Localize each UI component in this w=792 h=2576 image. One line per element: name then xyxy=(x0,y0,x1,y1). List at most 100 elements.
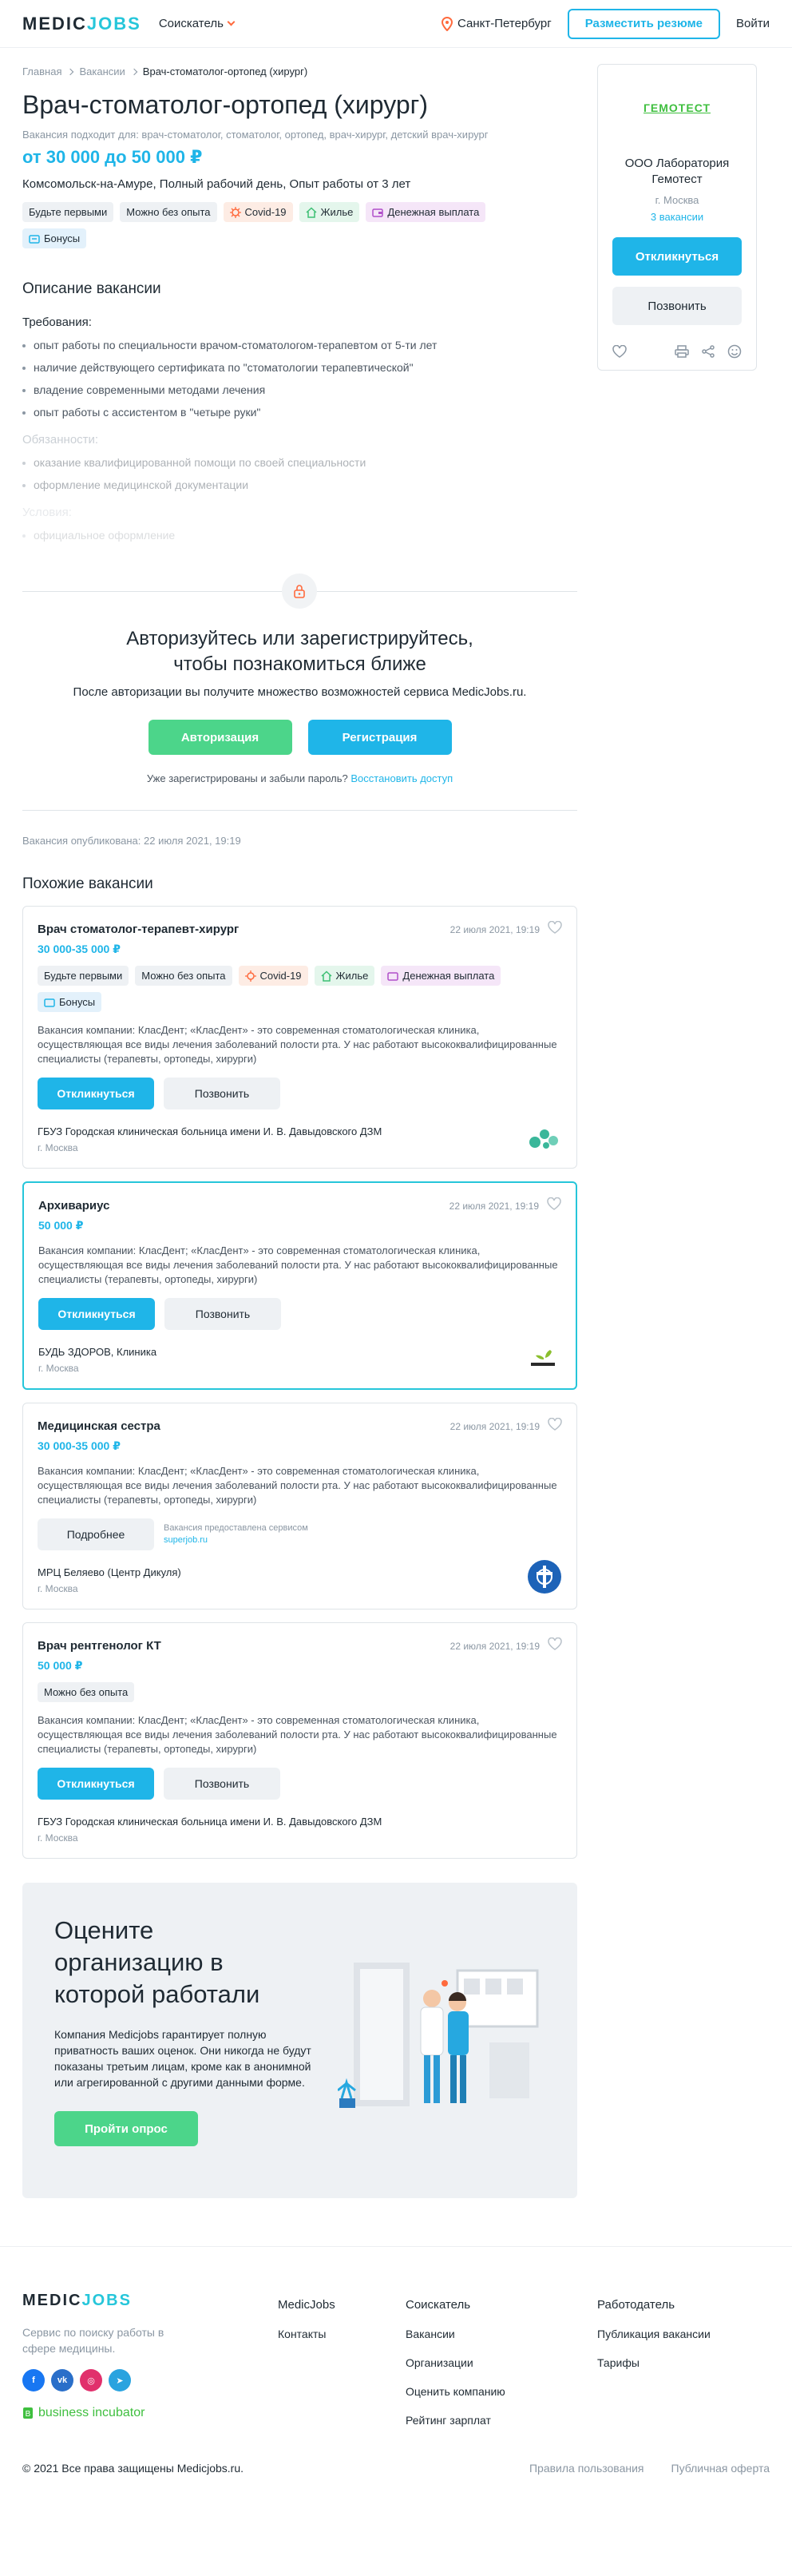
card-city: г. Москва xyxy=(38,1832,78,1844)
card-date: 22 июля 2021, 19:19 xyxy=(449,1641,540,1652)
login-link[interactable]: Войти xyxy=(736,17,770,30)
svg-text:B: B xyxy=(26,2410,31,2419)
call-button[interactable]: Позвонить xyxy=(164,1768,280,1800)
card-city: г. Москва xyxy=(38,1142,78,1153)
card-company[interactable]: БУДЬ ЗДОРОВ, Клиника xyxy=(38,1346,561,1358)
call-button[interactable]: Позвонить xyxy=(164,1078,280,1109)
footer-link-publish-vacancy[interactable]: Публикация вакансии xyxy=(597,2328,725,2340)
vk-icon[interactable]: vk xyxy=(51,2369,73,2391)
terms-link[interactable]: Правила пользования xyxy=(529,2462,644,2475)
heart-icon[interactable] xyxy=(548,921,562,934)
footer-link-organizations[interactable]: Организации xyxy=(406,2356,597,2369)
tag-housing: Жилье xyxy=(314,966,375,986)
breadcrumb-current: Врач-стоматолог-ортопед (хирург) xyxy=(142,65,308,77)
tag-covid: Covid-19 xyxy=(238,966,308,986)
city-selector[interactable]: Санкт-Петербург xyxy=(442,16,552,31)
footer-col-title: Работодатель xyxy=(597,2298,675,2312)
business-incubator[interactable]: B business incubator xyxy=(22,2406,278,2420)
card-title[interactable]: Врач стоматолог-терапевт-хирург xyxy=(38,923,239,936)
footer-link-rate-company[interactable]: Оценить компанию xyxy=(406,2385,597,2398)
footer-link-contacts[interactable]: Контакты xyxy=(278,2328,406,2340)
doctors-illustration xyxy=(338,1963,539,2108)
vacancy-card[interactable]: Врач рентгенолог КТ 22 июля 2021, 19:19 … xyxy=(22,1622,577,1859)
card-tags: Будьте первыми Можно без опыта Covid-19 … xyxy=(38,966,562,1012)
instagram-icon[interactable]: ◎ xyxy=(80,2369,102,2391)
card-company[interactable]: ГБУЗ Городская клиническая больница имен… xyxy=(38,1816,562,1828)
seeker-menu[interactable]: Соискатель xyxy=(159,17,236,30)
card-salary: 30 000-35 000 ₽ xyxy=(38,1439,121,1452)
register-button[interactable]: Регистрация xyxy=(307,720,452,755)
apply-button[interactable]: Откликнуться xyxy=(38,1078,154,1109)
company-name[interactable]: ООО Лаборатория Гемотест xyxy=(612,156,742,188)
apply-button[interactable]: Откликнуться xyxy=(38,1768,154,1800)
tag-payment: Денежная выплата xyxy=(381,966,501,986)
list-item: владение современными методами лечения xyxy=(22,383,577,396)
lock-icon xyxy=(294,585,305,598)
tag-payment: Денежная выплата xyxy=(366,202,486,222)
vacancy-suits: Вакансия подходит для: врач-стоматолог, … xyxy=(22,129,489,141)
provided-link[interactable]: superjob.ru xyxy=(164,1534,308,1546)
footer-link-salary-rating[interactable]: Рейтинг зарплат xyxy=(406,2414,597,2427)
heart-icon[interactable] xyxy=(548,1418,562,1431)
card-title[interactable]: Врач рентгенолог КТ xyxy=(38,1639,161,1653)
card-title[interactable]: Медицинская сестра xyxy=(38,1419,160,1433)
login-button[interactable]: Авторизация xyxy=(148,720,292,755)
apply-button[interactable]: Откликнуться xyxy=(612,237,742,276)
print-icon[interactable] xyxy=(675,345,689,358)
vacancy-meta: Комсомольск-на-Амуре, Полный рабочий ден… xyxy=(22,177,411,191)
heart-icon[interactable] xyxy=(612,345,627,358)
breadcrumb-vacancies[interactable]: Вакансии xyxy=(79,65,125,77)
chevron-right-icon xyxy=(130,68,138,75)
list-item: наличие действующего сертификата по "сто… xyxy=(22,361,577,374)
published-date: Вакансия опубликована: 22 июля 2021, 19:… xyxy=(22,835,241,847)
card-description: Вакансия компании: КласДент; «КласДент» … xyxy=(38,1244,558,1285)
vacancy-card[interactable]: Медицинская сестра 22 июля 2021, 19:19 3… xyxy=(22,1403,577,1610)
card-title[interactable]: Архивариус xyxy=(38,1199,109,1213)
card-company[interactable]: ГБУЗ Городская клиническая больница имен… xyxy=(38,1125,562,1137)
list-item: оказание квалифицированной помощи по сво… xyxy=(22,456,577,469)
telegram-icon[interactable]: ➤ xyxy=(109,2369,131,2391)
call-button[interactable]: Позвонить xyxy=(164,1298,281,1330)
survey-title: Оцените организацию в которой работали xyxy=(54,1916,260,2008)
site-logo[interactable]: MEDICJOBS xyxy=(22,14,141,34)
card-company[interactable]: МРЦ Беляево (Центр Дикуля) xyxy=(38,1566,562,1578)
company-card: ГЕМОТЕСТ ООО Лаборатория Гемотест г. Мос… xyxy=(597,64,757,371)
bonus-icon xyxy=(29,234,40,244)
more-button[interactable]: Подробнее xyxy=(38,1518,154,1550)
auth-divider xyxy=(22,574,577,609)
company-vacancies-link[interactable]: 3 вакансии xyxy=(612,211,742,223)
facebook-icon[interactable]: f xyxy=(22,2369,45,2391)
house-icon xyxy=(306,206,317,218)
survey-button[interactable]: Пройти опрос xyxy=(54,2111,198,2146)
card-salary: 30 000-35 000 ₽ xyxy=(38,943,121,955)
vacancy-card[interactable]: Врач стоматолог-терапевт-хирург 22 июля … xyxy=(22,906,577,1169)
footer-logo[interactable]: MEDICJOBS xyxy=(22,2292,278,2310)
breadcrumb-home[interactable]: Главная xyxy=(22,65,61,77)
offer-link[interactable]: Публичная оферта xyxy=(671,2462,770,2475)
description-heading: Описание вакансии xyxy=(22,280,161,297)
card-date: 22 июля 2021, 19:19 xyxy=(449,1201,539,1212)
bonus-icon xyxy=(44,998,55,1007)
share-icon[interactable] xyxy=(702,345,715,358)
auth-description: После авторизации вы получите множество … xyxy=(73,685,527,699)
site-footer: MEDICJOBS Сервис по поиску работы в сфер… xyxy=(0,2246,792,2491)
list-item: опыт работы по специальности врачом-стом… xyxy=(22,339,577,351)
call-button[interactable]: Позвонить xyxy=(612,287,742,325)
footer-link-tariffs[interactable]: Тарифы xyxy=(597,2356,725,2369)
list-item: оформление медицинской документации xyxy=(22,478,577,491)
heart-icon[interactable] xyxy=(547,1197,561,1210)
tag-bonus-label: Бонусы xyxy=(59,996,96,1008)
footer-link-vacancies[interactable]: Вакансии xyxy=(406,2328,597,2340)
company-logo[interactable]: ГЕМОТЕСТ xyxy=(612,101,742,114)
restore-access-link[interactable]: Восстановить доступ xyxy=(350,772,453,784)
heart-icon[interactable] xyxy=(548,1637,562,1650)
tag-payment-label: Денежная выплата xyxy=(387,206,480,218)
vacancy-card[interactable]: Архивариус 22 июля 2021, 19:19 50 000 ₽ … xyxy=(22,1181,577,1390)
breadcrumb: Главная Вакансии Врач-стоматолог-ортопед… xyxy=(22,48,577,77)
tag-no-experience: Можно без опыта xyxy=(120,202,217,222)
chevron-right-icon xyxy=(67,68,74,75)
auth-title-line1: Авторизуйтесь или зарегистрируйтесь, xyxy=(126,628,473,649)
post-resume-button[interactable]: Разместить резюме xyxy=(567,8,721,39)
smile-icon[interactable] xyxy=(727,344,742,359)
apply-button[interactable]: Откликнуться xyxy=(38,1298,155,1330)
